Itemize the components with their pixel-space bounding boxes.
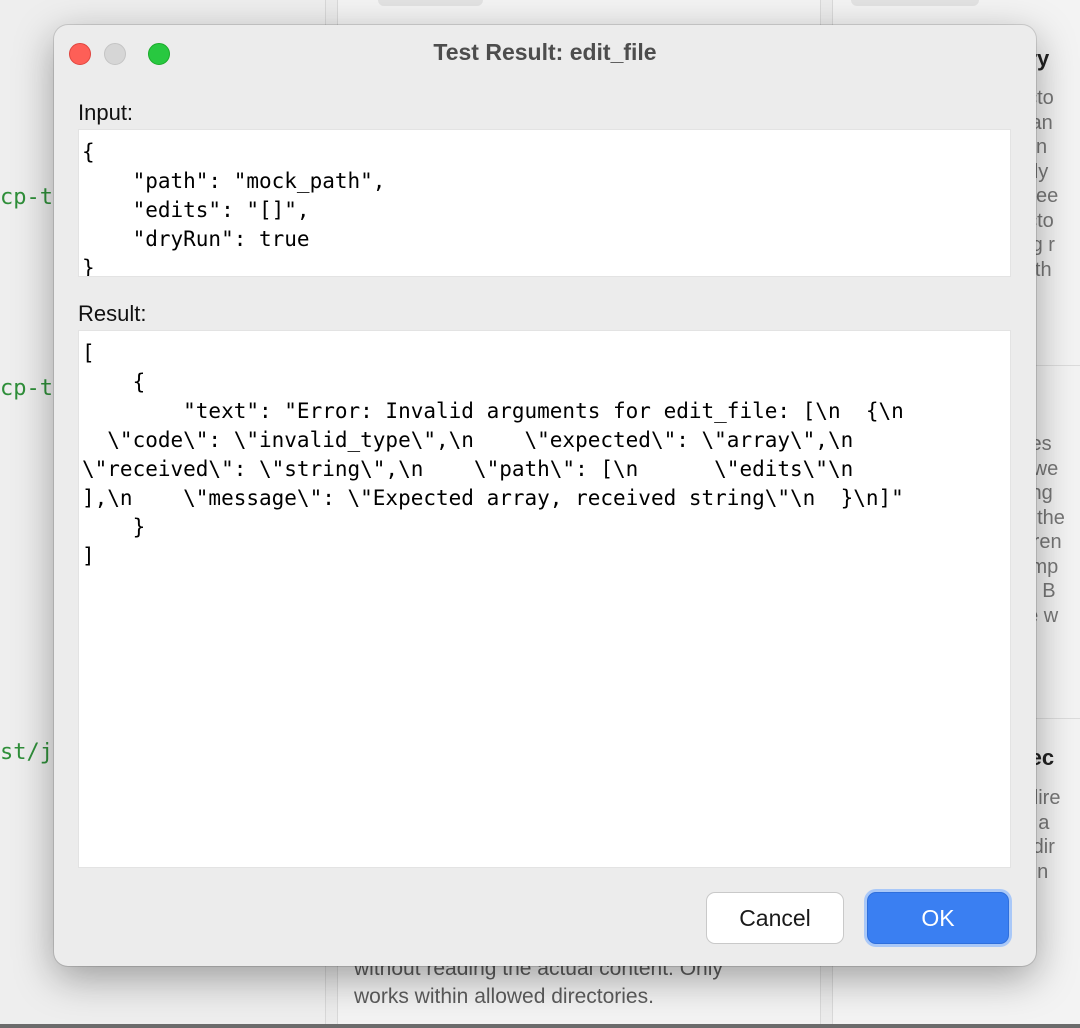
result-json: [ { "text": "Error: Invalid arguments fo… [82,341,904,568]
ok-button[interactable]: OK [867,892,1009,944]
dialog-titlebar[interactable]: Test Result: edit_file [54,25,1036,81]
background-tag [851,0,979,6]
dialog-title: Test Result: edit_file [433,39,657,65]
background-divider [1036,718,1080,719]
background-divider [1036,365,1080,366]
result-text-area[interactable]: [ { "text": "Error: Invalid arguments fo… [78,330,1011,868]
screen: cp-to cp-to st/ja ory ecto Can s in ady … [0,0,1080,1028]
input-text-area[interactable]: { "path": "mock_path", "edits": "[]", "d… [78,129,1011,277]
background-tag [378,0,483,6]
input-json: { "path": "mock_path", "edits": "[]", "d… [82,140,386,277]
result-label: Result: [78,301,147,326]
input-label: Input: [78,100,134,125]
test-result-dialog: Test Result: edit_file Input: { "path": … [54,25,1036,966]
window-edge [0,1024,1080,1028]
cancel-button[interactable]: Cancel [706,892,844,944]
